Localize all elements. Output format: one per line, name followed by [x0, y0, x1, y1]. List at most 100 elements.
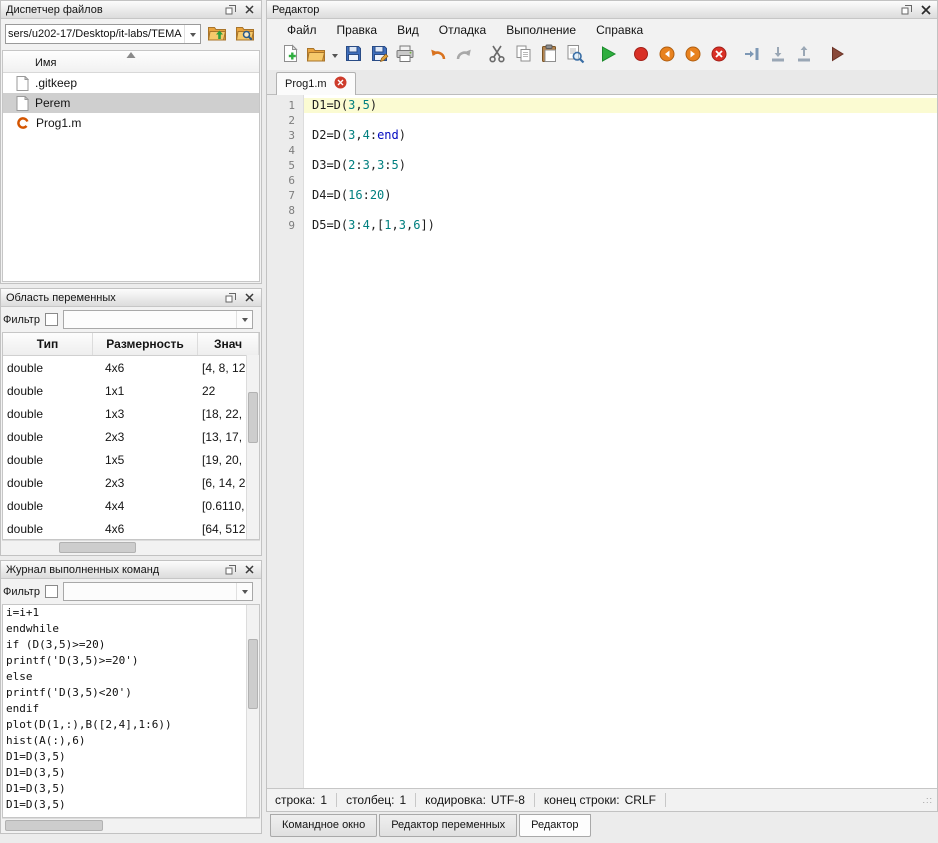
paste-button[interactable]	[536, 42, 562, 68]
directory-up-button[interactable]	[204, 22, 229, 46]
file-browser-titlebar[interactable]: Диспетчер файлов	[1, 1, 261, 19]
column-dimension[interactable]: Размерность	[93, 333, 198, 355]
redo-button[interactable]	[451, 42, 477, 68]
code-line[interactable]: 5D3=D(2:3,3:5)	[267, 158, 937, 173]
history-command[interactable]: i=i+1	[3, 605, 259, 621]
scrollbar-thumb[interactable]	[248, 639, 258, 709]
code-line[interactable]: 3D2=D(3,4:end)	[267, 128, 937, 143]
variable-row[interactable]: double4x4[0.6110,	[3, 494, 259, 517]
history-horizontal-scrollbar[interactable]	[2, 818, 260, 832]
variable-row[interactable]: double2x3[13, 17, 2	[3, 425, 259, 448]
editor-titlebar[interactable]: Редактор	[267, 1, 937, 19]
filter-checkbox[interactable]	[45, 585, 58, 598]
file-row[interactable]: Perem	[3, 93, 259, 113]
step-out-button[interactable]	[791, 42, 817, 68]
close-icon[interactable]	[241, 3, 258, 17]
undock-icon[interactable]	[898, 3, 915, 17]
close-icon[interactable]	[241, 563, 258, 577]
workspace-titlebar[interactable]: Область переменных	[1, 289, 261, 307]
filter-combo[interactable]	[63, 310, 253, 329]
filter-checkbox[interactable]	[45, 313, 58, 326]
next-breakpoint-button[interactable]	[680, 42, 706, 68]
history-command[interactable]: plot(D(1,:),B([2,4],1:6))	[3, 717, 259, 733]
menu-edit[interactable]: Правка	[327, 21, 388, 39]
scrollbar-thumb[interactable]	[248, 392, 258, 444]
current-directory-combo[interactable]	[5, 24, 201, 44]
chevron-down-icon[interactable]	[236, 583, 252, 600]
copy-button[interactable]	[510, 42, 536, 68]
current-directory-input[interactable]	[6, 28, 184, 40]
chevron-down-icon[interactable]	[236, 311, 252, 328]
continue-button[interactable]	[824, 42, 850, 68]
toggle-breakpoint-button[interactable]	[628, 42, 654, 68]
dock-tab-command-window[interactable]: Командное окно	[270, 814, 377, 837]
history-command[interactable]: printf('D(3,5)<20')	[3, 685, 259, 701]
find-button[interactable]	[562, 42, 588, 68]
browse-directory-button[interactable]	[232, 22, 257, 46]
variable-row[interactable]: double4x6[4, 8, 12,	[3, 356, 259, 379]
code-line[interactable]: 9D5=D(3:4,[1,3,6])	[267, 218, 937, 233]
variable-row[interactable]: double2x3[6, 14, 26	[3, 471, 259, 494]
menu-run[interactable]: Выполнение	[496, 21, 586, 39]
menu-debug[interactable]: Отладка	[429, 21, 496, 39]
variable-row[interactable]: double1x122	[3, 379, 259, 402]
code-line[interactable]: 6	[267, 173, 937, 188]
tab-prog1[interactable]: Prog1.m	[276, 72, 356, 95]
code-line[interactable]: 1D1=D(3,5)	[267, 98, 937, 113]
step-in-button[interactable]	[765, 42, 791, 68]
scrollbar-thumb[interactable]	[5, 820, 103, 831]
menu-view[interactable]: Вид	[387, 21, 429, 39]
history-command[interactable]: endwhile	[3, 621, 259, 637]
variable-row[interactable]: double4x6[64, 512,	[3, 517, 259, 540]
dock-tab-editor[interactable]: Редактор	[519, 814, 590, 837]
scrollbar-thumb[interactable]	[59, 542, 136, 553]
print-button[interactable]	[392, 42, 418, 68]
history-command[interactable]: D1=D(3,5)	[3, 765, 259, 781]
history-command[interactable]: hist(A(:),6)	[3, 733, 259, 749]
variable-row[interactable]: double1x3[18, 22, 2	[3, 402, 259, 425]
variable-row[interactable]: double1x5[19, 20, 2	[3, 448, 259, 471]
step-button[interactable]	[739, 42, 765, 68]
code-line[interactable]: 4	[267, 143, 937, 158]
column-value[interactable]: Знач	[198, 333, 259, 355]
history-command[interactable]: endif	[3, 701, 259, 717]
workspace-vertical-scrollbar[interactable]	[246, 355, 259, 539]
history-vertical-scrollbar[interactable]	[246, 605, 259, 817]
size-grip[interactable]: .::	[922, 795, 933, 805]
remove-breakpoints-button[interactable]	[706, 42, 732, 68]
undock-icon[interactable]	[222, 3, 239, 17]
save-as-button[interactable]	[366, 42, 392, 68]
run-file-button[interactable]	[595, 42, 621, 68]
code-line[interactable]: 8	[267, 203, 937, 218]
cut-button[interactable]	[484, 42, 510, 68]
prev-breakpoint-button[interactable]	[654, 42, 680, 68]
history-command[interactable]: printf('D(3,5)>=20')	[3, 653, 259, 669]
menu-help[interactable]: Справка	[586, 21, 653, 39]
menu-file[interactable]: Файл	[277, 21, 327, 39]
undo-button[interactable]	[425, 42, 451, 68]
new-script-button[interactable]	[277, 42, 303, 68]
file-row[interactable]: .gitkeep	[3, 73, 259, 93]
code-line[interactable]: 7D4=D(16:20)	[267, 188, 937, 203]
undock-icon[interactable]	[222, 563, 239, 577]
workspace-horizontal-scrollbar[interactable]	[2, 540, 260, 554]
code-editor[interactable]: 1D1=D(3,5)23D2=D(3,4:end)45D3=D(2:3,3:5)…	[267, 95, 937, 788]
file-list-header[interactable]: Имя	[3, 51, 259, 73]
history-command[interactable]: D1=D(3,5)	[3, 797, 259, 813]
filter-input[interactable]	[64, 314, 236, 326]
workspace-table-header[interactable]: Тип Размерность Знач	[3, 333, 259, 356]
code-line[interactable]: 2	[267, 113, 937, 128]
open-file-button[interactable]	[303, 42, 329, 68]
dock-tab-variable-editor[interactable]: Редактор переменных	[379, 814, 517, 837]
save-button[interactable]	[340, 42, 366, 68]
close-icon[interactable]	[241, 291, 258, 305]
history-command[interactable]: else	[3, 669, 259, 685]
history-command[interactable]: D1=D(3,5)	[3, 781, 259, 797]
chevron-down-icon[interactable]	[184, 25, 200, 43]
tab-close-icon[interactable]	[334, 76, 347, 92]
file-row[interactable]: Prog1.m	[3, 113, 259, 133]
close-icon[interactable]	[917, 3, 934, 17]
open-file-dropdown[interactable]	[329, 42, 340, 68]
filter-combo[interactable]	[63, 582, 253, 601]
undock-icon[interactable]	[222, 291, 239, 305]
